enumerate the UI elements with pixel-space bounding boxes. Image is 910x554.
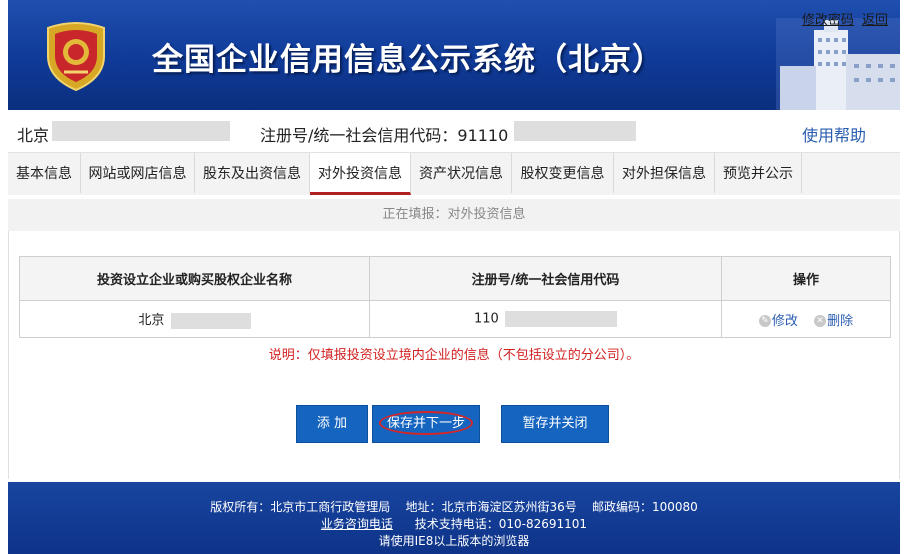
row-company-name-cell: 北京 <box>19 300 370 338</box>
back-link[interactable]: 返回 <box>862 13 888 28</box>
redacted-company-name <box>52 121 230 141</box>
row-company-name: 北京 <box>138 313 165 329</box>
tab-outbound-investment[interactable]: 对外投资信息 <box>310 153 411 195</box>
consult-phone-link[interactable]: 业务咨询电话 <box>321 517 393 531</box>
filling-status: 正在填报：对外投资信息 <box>8 199 900 231</box>
redacted-row-company <box>170 312 251 329</box>
row-actions-cell: ✎ 修改 ✕ 删除 <box>721 300 891 338</box>
change-password-link[interactable]: 修改密码 <box>802 13 854 28</box>
save-and-close-button[interactable]: 暂存并关闭 <box>501 405 609 443</box>
tab-shareholder-info[interactable]: 股东及出资信息 <box>195 153 310 193</box>
column-header-credit-code: 注册号/统一社会信用代码 <box>369 256 722 301</box>
tab-website-info[interactable]: 网站或网店信息 <box>81 153 195 193</box>
registration-number: 注册号/统一社会信用代码：91110 <box>260 126 509 145</box>
delete-button[interactable]: ✕ 删除 <box>814 314 853 329</box>
row-credit-code-cell: 110 <box>369 300 722 338</box>
add-button[interactable]: 添 加 <box>296 405 368 443</box>
site-title: 全国企业信用信息公示系统（北京） <box>152 42 664 78</box>
delete-label: 删除 <box>827 313 854 329</box>
support-phone: 技术支持电话：010-82691101 <box>414 517 588 531</box>
highlight-ellipse <box>379 411 473 435</box>
tab-external-guarantee[interactable]: 对外担保信息 <box>614 153 715 193</box>
site-header: 全国企业信用信息公示系统（北京） 修改密码 返回 <box>8 0 900 110</box>
redacted-registration-number <box>514 121 636 141</box>
redacted-row-code <box>504 311 617 327</box>
investment-table: 投资设立企业或购买股权企业名称 注册号/统一社会信用代码 操作 北京 110 ✎… <box>19 256 891 338</box>
edit-label: 修改 <box>771 313 798 329</box>
tab-preview-publish[interactable]: 预览并公示 <box>715 153 802 193</box>
close-icon: ✕ <box>814 315 827 327</box>
instruction-note: 说明：仅填报投资设立境内企业的信息（不包括设立的分公司）。 <box>268 348 640 363</box>
police-emblem-icon <box>47 22 105 92</box>
tab-equity-change[interactable]: 股权变更信息 <box>512 153 614 193</box>
tab-asset-status[interactable]: 资产状况信息 <box>411 153 512 193</box>
table-row: 北京 110 ✎ 修改 ✕ 删除 <box>19 300 891 338</box>
footer-copyright: 版权所有：北京市工商行政管理局 地址：北京市海淀区苏州街36号 邮政编码：100… <box>210 500 698 514</box>
edit-button[interactable]: ✎ 修改 <box>758 313 798 329</box>
pencil-icon: ✎ <box>758 315 771 327</box>
building-image <box>776 18 900 110</box>
tab-bar: 基本信息 网站或网店信息 股东及出资信息 对外投资信息 资产状况信息 股权变更信… <box>8 152 900 195</box>
column-header-actions: 操作 <box>721 256 891 301</box>
site-footer: 版权所有：北京市工商行政管理局 地址：北京市海淀区苏州街36号 邮政编码：100… <box>8 482 900 554</box>
browser-notice: 请使用IE8以上版本的浏览器 <box>378 534 530 548</box>
help-link[interactable]: 使用帮助 <box>802 122 866 146</box>
tab-basic-info[interactable]: 基本信息 <box>8 153 81 193</box>
save-and-next-button[interactable]: 保存并下一步 <box>372 405 480 443</box>
company-name: 北京 <box>17 126 50 145</box>
footer-contacts: 业务咨询电话 技术支持电话：010-82691101 <box>8 515 900 532</box>
column-header-company-name: 投资设立企业或购买股权企业名称 <box>19 256 370 301</box>
top-links: 修改密码 返回 <box>798 9 888 28</box>
company-info-bar: 北京 注册号/统一社会信用代码：91110 使用帮助 <box>8 112 900 150</box>
content-panel: 投资设立企业或购买股权企业名称 注册号/统一社会信用代码 操作 北京 110 ✎… <box>8 231 900 479</box>
row-credit-code: 110 <box>474 311 499 327</box>
